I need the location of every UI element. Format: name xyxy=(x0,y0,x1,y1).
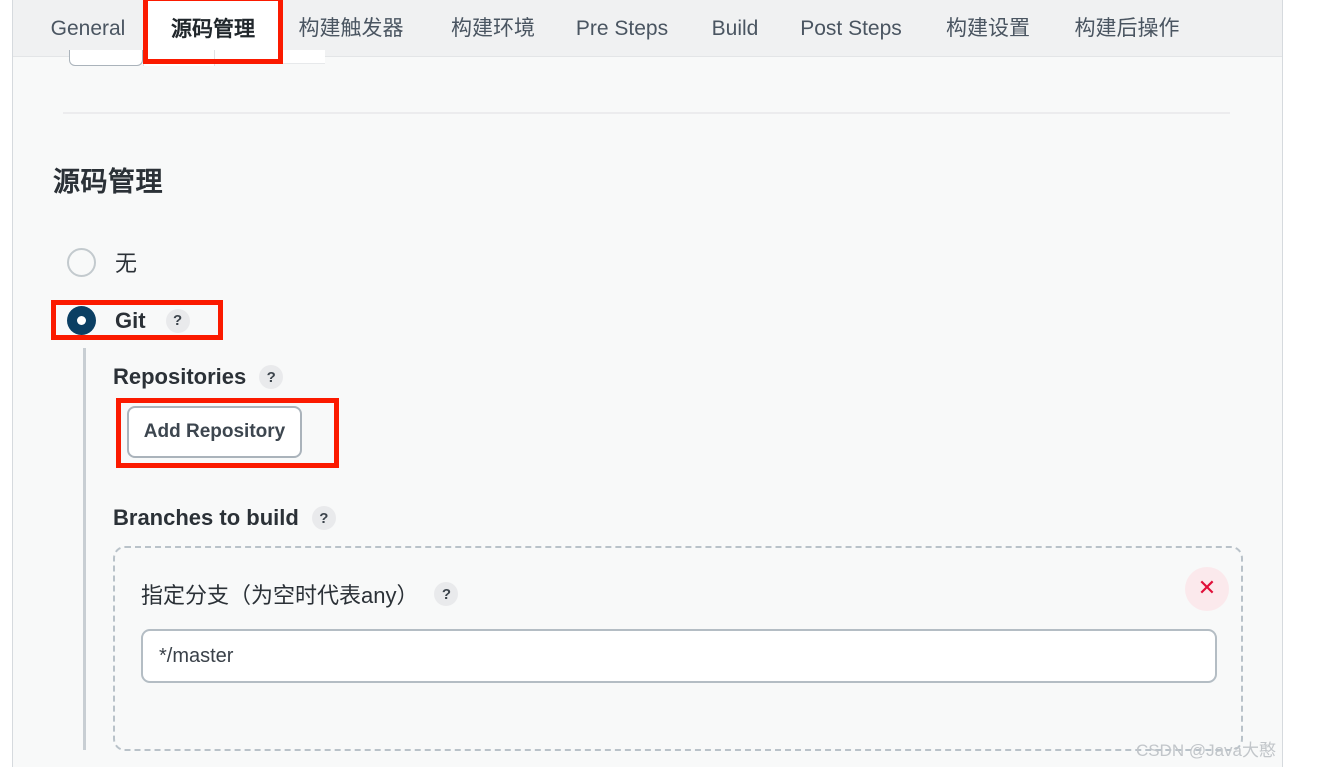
radio-row-none[interactable]: 无 xyxy=(67,246,137,278)
section-divider xyxy=(63,112,1230,114)
close-icon: ✕ xyxy=(1197,576,1217,601)
help-icon-branches[interactable]: ? xyxy=(311,506,336,530)
branches-to-build-label: Branches to build xyxy=(113,505,299,530)
remove-branch-button[interactable]: ✕ xyxy=(1185,567,1229,611)
branch-specifier-input[interactable] xyxy=(141,629,1217,683)
watermark: CSDN @Java大憨 xyxy=(1135,741,1276,760)
help-icon-git[interactable]: ? xyxy=(165,308,190,333)
tab-build-environment[interactable]: 构建环境 xyxy=(438,0,548,57)
tab-pre-steps[interactable]: Pre Steps xyxy=(569,0,675,57)
branch-specifier-label: 指定分支（为空时代表any） xyxy=(141,583,419,608)
page-title: 源码管理 xyxy=(53,167,163,197)
tab-build-settings[interactable]: 构建设置 xyxy=(933,0,1043,57)
radio-git-label: Git xyxy=(115,307,146,333)
repositories-label: Repositories xyxy=(113,364,247,389)
tab-bar: General 源码管理 构建触发器 构建环境 Pre Steps Build … xyxy=(13,0,1282,57)
help-icon-branch-specifier[interactable]: ? xyxy=(434,582,459,606)
tab-build-triggers[interactable]: 构建触发器 xyxy=(285,0,417,57)
tab-post-steps[interactable]: Post Steps xyxy=(791,0,911,57)
radio-row-git[interactable]: Git ? xyxy=(67,306,190,335)
add-repository-button[interactable]: Add Repository xyxy=(127,406,302,458)
tab-underflow-stub-3 xyxy=(215,50,325,64)
tab-source-code-management[interactable]: 源码管理 xyxy=(143,0,283,57)
tab-underflow-stub-2 xyxy=(143,50,215,66)
branches-label-group: Branches to build ? xyxy=(113,505,336,531)
tab-underflow-stub xyxy=(69,50,143,66)
settings-page: General 源码管理 构建触发器 构建环境 Pre Steps Build … xyxy=(12,0,1283,767)
tab-build[interactable]: Build xyxy=(697,0,773,57)
radio-git-icon[interactable] xyxy=(67,306,96,335)
branch-specifier-label-group: 指定分支（为空时代表any） ? xyxy=(141,578,459,610)
tab-general[interactable]: General xyxy=(33,0,143,57)
tab-post-build-actions[interactable]: 构建后操作 xyxy=(1061,0,1193,57)
radio-none-icon[interactable] xyxy=(67,247,96,277)
indent-guide xyxy=(83,348,86,750)
radio-none-label: 无 xyxy=(115,251,138,276)
repositories-label-group: Repositories ? xyxy=(113,364,284,390)
help-icon-repositories[interactable]: ? xyxy=(259,365,284,389)
